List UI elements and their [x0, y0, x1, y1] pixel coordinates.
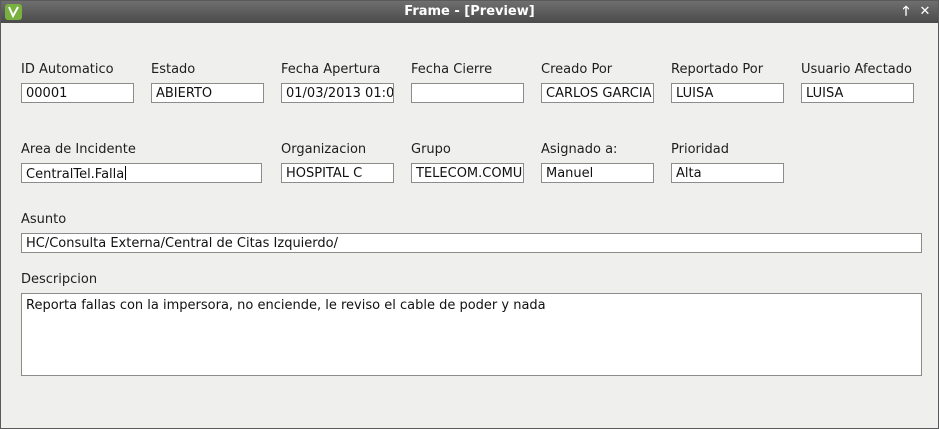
fecha-apertura-field[interactable]: 01/03/2013 01:0	[281, 83, 394, 103]
label-fecha-cierre: Fecha Cierre	[411, 62, 493, 77]
usuario-afectado-field[interactable]: LUISA	[801, 83, 914, 103]
label-creado-por: Creado Por	[541, 62, 613, 77]
area-incidente-value: CentralTel.Falla	[26, 167, 125, 182]
fecha-cierre-field[interactable]	[411, 83, 524, 103]
label-asignado: Asignado a:	[541, 142, 618, 157]
asignado-field[interactable]: Manuel	[541, 163, 654, 183]
id-automatico-field[interactable]: 00001	[21, 83, 134, 103]
prioridad-field[interactable]: Alta	[671, 163, 784, 183]
estado-field[interactable]: ABIERTO	[151, 83, 264, 103]
label-reportado-por: Reportado Por	[671, 62, 764, 77]
label-fecha-apertura: Fecha Apertura	[281, 62, 381, 77]
title-bar[interactable]: Frame - [Preview] 🡑 ✕	[1, 1, 938, 23]
organizacion-field[interactable]: HOSPITAL C	[281, 163, 394, 183]
label-area-incidente: Area de Incidente	[21, 142, 136, 157]
label-id-automatico: ID Automatico	[21, 62, 114, 77]
descripcion-textarea[interactable]: Reporta fallas con la impersora, no enci…	[21, 293, 922, 376]
label-asunto: Asunto	[21, 212, 67, 227]
area-incidente-field[interactable]: CentralTel.Falla	[21, 163, 262, 183]
window-title: Frame - [Preview]	[404, 4, 535, 19]
grupo-field[interactable]: TELECOM.COMU	[411, 163, 524, 183]
label-prioridad: Prioridad	[671, 142, 729, 157]
creado-por-field[interactable]: CARLOS GARCIA	[541, 83, 654, 103]
close-icon[interactable]: ✕	[916, 3, 934, 21]
label-usuario-afectado: Usuario Afectado	[801, 62, 912, 77]
asunto-field[interactable]: HC/Consulta Externa/Central de Citas Izq…	[21, 233, 922, 253]
text-caret	[125, 166, 127, 180]
label-estado: Estado	[151, 62, 196, 77]
maximize-up-icon[interactable]: 🡑	[897, 3, 915, 21]
reportado-por-field[interactable]: LUISA	[671, 83, 784, 103]
frame-window: Frame - [Preview] 🡑 ✕ ID Automatico Esta…	[0, 0, 939, 429]
label-grupo: Grupo	[411, 142, 451, 157]
label-organizacion: Organizacion	[281, 142, 367, 157]
label-descripcion: Descripcion	[21, 272, 98, 287]
